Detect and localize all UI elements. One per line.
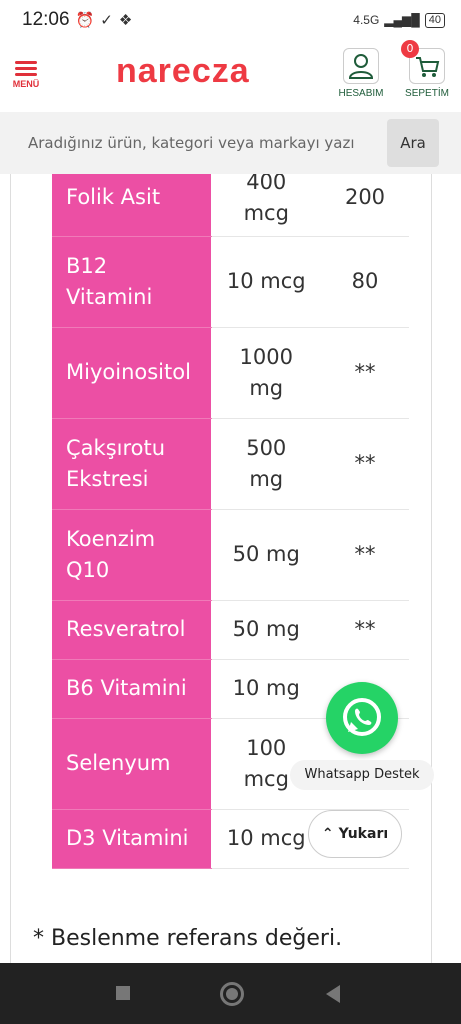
menu-button[interactable]: MENÜ	[10, 58, 42, 89]
ingredient-name: Miyoinositol	[52, 327, 212, 419]
ingredient-amount: 10 mg	[211, 659, 321, 719]
table-row: Koenzim Q10 50 mg **	[52, 509, 409, 601]
system-nav-bar	[0, 963, 461, 1024]
cart-count-badge: 0	[401, 40, 419, 58]
ingredient-amount: 500 mg	[211, 418, 321, 510]
reference-value: **	[321, 327, 409, 419]
ingredient-name: D3 Vitamini	[52, 809, 212, 869]
reference-value: 80	[321, 236, 409, 328]
status-notification-icons: ⏰ ✓ ❖	[76, 11, 133, 29]
reference-value: **	[321, 509, 409, 601]
search-input[interactable]	[14, 118, 386, 168]
ingredient-name: B12 Vitamini	[52, 236, 212, 328]
ingredient-amount: 50 mg	[211, 600, 321, 660]
cart-button[interactable]: 0 SEPETİM	[392, 40, 461, 99]
menu-label: MENÜ	[12, 79, 40, 89]
dropbox-icon: ❖	[118, 12, 133, 29]
cart-icon: 0	[401, 40, 445, 84]
ingredient-name: B6 Vitamini	[52, 659, 212, 719]
site-header: MENÜ narecza HESABIM 0 SEPETİM	[0, 40, 461, 112]
home-icon[interactable]	[220, 982, 244, 1006]
search-bar: Ara	[0, 112, 461, 174]
table-row: Resveratrol 50 mg **	[52, 600, 409, 660]
account-label: HESABIM	[338, 88, 384, 99]
ingredient-amount: 400 mcg	[211, 174, 321, 237]
alarm-icon: ⏰	[75, 12, 95, 29]
ingredient-amount: 1000 mg	[211, 327, 321, 419]
whatsapp-label[interactable]: Whatsapp Destek	[290, 760, 434, 790]
ingredient-amount: 10 mcg	[211, 236, 321, 328]
ingredient-amount: 50 mg	[211, 509, 321, 601]
ingredient-name: Selenyum	[52, 718, 212, 810]
ingredient-name: Resveratrol	[52, 600, 212, 660]
search-button[interactable]: Ara	[387, 119, 439, 167]
cart-label: SEPETİM	[405, 88, 449, 99]
scroll-to-top-button[interactable]: ⌃ Yukarı	[308, 810, 402, 858]
battery-icon: 40	[424, 12, 445, 28]
ingredient-name: Folik Asit	[52, 174, 212, 237]
status-time: 12:06	[22, 9, 70, 30]
status-right: 4.5G ▂▄▆█ 40	[353, 12, 445, 28]
hamburger-icon	[15, 61, 37, 76]
check-icon: ✓	[100, 12, 113, 29]
scroll-to-top-label: Yukarı	[338, 826, 389, 842]
ingredient-amount: 10 mcg	[211, 809, 321, 869]
reference-value: **	[321, 418, 409, 510]
signal-icon: ▂▄▆█	[384, 13, 420, 27]
status-bar: 12:06 ⏰ ✓ ❖ 4.5G ▂▄▆█ 40	[0, 0, 461, 40]
account-button[interactable]: HESABIM	[326, 48, 396, 99]
chevron-up-icon: ⌃	[321, 826, 334, 842]
user-icon	[343, 48, 379, 84]
table-row: B12 Vitamini 10 mcg 80	[52, 236, 409, 328]
whatsapp-button[interactable]	[326, 682, 398, 754]
whatsapp-icon	[343, 698, 381, 736]
table-row: Miyoinositol 1000 mg **	[52, 327, 409, 419]
site-logo[interactable]: narecza	[116, 52, 250, 91]
network-type: 4.5G	[353, 13, 380, 27]
ingredient-name: Çakşırotu Ekstresi	[52, 418, 212, 510]
table-row: Çakşırotu Ekstresi 500 mg **	[52, 418, 409, 510]
back-icon[interactable]	[326, 985, 340, 1003]
recents-icon[interactable]	[116, 986, 130, 1000]
table-row: Folik Asit 400 mcg 200	[52, 174, 409, 237]
ingredient-name: Koenzim Q10	[52, 509, 212, 601]
footnote: * Beslenme referans değeri.	[33, 926, 343, 951]
reference-value: **	[321, 600, 409, 660]
reference-value: 200	[321, 174, 409, 237]
